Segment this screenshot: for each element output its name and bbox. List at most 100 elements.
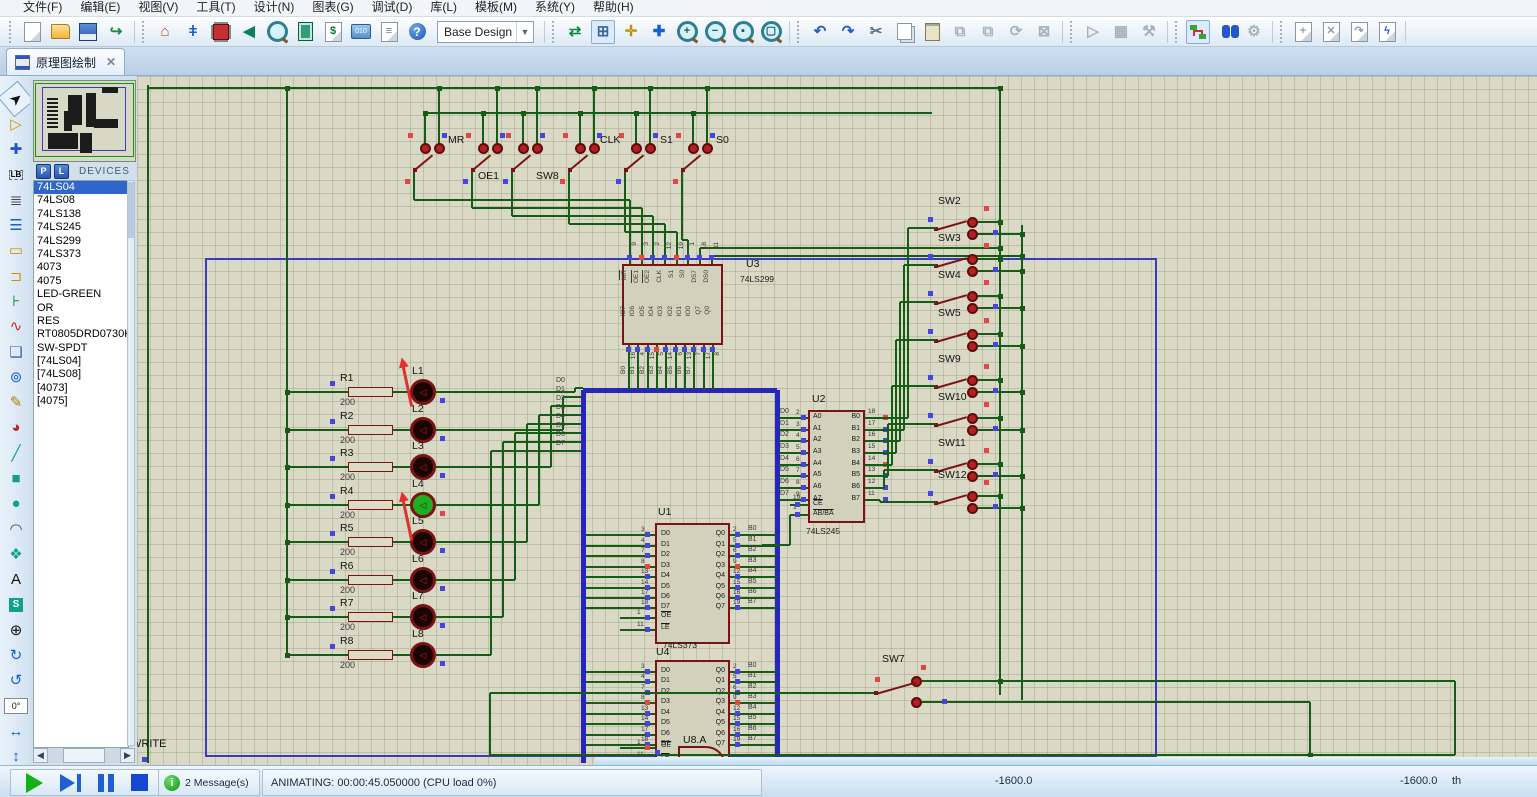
electrical-rule-check-icon[interactable]: ϟ: [1375, 20, 1399, 44]
step-button[interactable]: [60, 774, 81, 792]
menu-item-8[interactable]: 模板(M): [466, 0, 526, 16]
3d-visualizer-icon[interactable]: ◀: [237, 20, 261, 44]
menu-item-3[interactable]: 工具(T): [187, 0, 244, 16]
generator-mode-icon[interactable]: ⊚: [3, 364, 29, 390]
pan-icon[interactable]: ✚: [647, 20, 671, 44]
decompose-icon[interactable]: ⚒: [1137, 20, 1161, 44]
tape-recorder-mode-icon[interactable]: ❏: [3, 339, 29, 365]
device-list-item[interactable]: 4073: [34, 261, 128, 274]
menu-item-9[interactable]: 系统(Y): [526, 0, 584, 16]
rotate-ccw-icon[interactable]: ↺: [3, 668, 29, 694]
canvas-bottom-strip[interactable]: [595, 757, 1537, 765]
menu-item-5[interactable]: 图表(G): [303, 0, 362, 16]
menu-item-1[interactable]: 编辑(E): [71, 0, 129, 16]
import-project-icon[interactable]: ↪: [104, 20, 128, 44]
path-2d-mode-icon[interactable]: ❖: [3, 541, 29, 567]
project-notes-icon[interactable]: ≡: [377, 20, 401, 44]
switch-SW12[interactable]: [930, 485, 1000, 515]
component-mode-icon[interactable]: ▷: [3, 111, 29, 137]
resistor-R6[interactable]: [348, 575, 393, 585]
resistor-R3[interactable]: [348, 462, 393, 472]
grid-toggle-icon[interactable]: ⊞: [591, 20, 615, 44]
tab-close-icon[interactable]: ✕: [106, 55, 116, 69]
scroll-right-button[interactable]: ▶: [120, 748, 135, 763]
pick-device-icon[interactable]: ▷: [1081, 20, 1105, 44]
device-list-item[interactable]: 74LS04: [34, 181, 128, 194]
help-icon[interactable]: ?: [405, 20, 429, 44]
wire-label-mode-icon[interactable]: LB: [3, 162, 29, 188]
scroll-left-button[interactable]: ◀: [33, 748, 48, 763]
bill-of-materials-icon[interactable]: $: [321, 20, 345, 44]
switch-SW10[interactable]: [930, 407, 1000, 437]
arc-2d-mode-icon[interactable]: ◠: [3, 516, 29, 542]
stop-button[interactable]: [131, 774, 148, 791]
play-button[interactable]: [26, 773, 43, 793]
panel-scroll-thumb[interactable]: [63, 748, 105, 763]
device-list-item[interactable]: RES: [34, 315, 128, 328]
buses-mode-icon[interactable]: ☰: [3, 213, 29, 239]
device-list-item[interactable]: 74LS08: [34, 194, 128, 207]
switch-SW5[interactable]: [930, 323, 1000, 353]
overview-minimap[interactable]: [33, 80, 136, 162]
wire-autorouter-icon[interactable]: [1186, 20, 1210, 44]
device-list-item[interactable]: OR: [34, 302, 128, 315]
device-list-item[interactable]: [4073]: [34, 382, 128, 395]
resistor-R5[interactable]: [348, 537, 393, 547]
resistor-R7[interactable]: [348, 612, 393, 622]
resistor-R4[interactable]: [348, 500, 393, 510]
zoom-area-icon[interactable]: ▢: [759, 20, 783, 44]
dropdown-arrow-icon[interactable]: ▼: [516, 22, 533, 42]
circle-2d-mode-icon[interactable]: ●: [3, 491, 29, 517]
zoom-all-icon[interactable]: ▪: [731, 20, 755, 44]
resistor-R2[interactable]: [348, 425, 393, 435]
junction-dot-mode-icon[interactable]: ✚: [3, 137, 29, 163]
menu-item-2[interactable]: 视图(V): [129, 0, 187, 16]
pcb-layout-icon[interactable]: [209, 20, 233, 44]
device-list-item[interactable]: 4075: [34, 275, 128, 288]
box-2d-mode-icon[interactable]: ■: [3, 466, 29, 492]
paste-icon[interactable]: [920, 20, 944, 44]
goto-sheet-icon[interactable]: ↷: [1347, 20, 1371, 44]
tab-schematic-capture[interactable]: 原理图绘制 ✕: [6, 48, 125, 75]
device-list-item[interactable]: [4075]: [34, 395, 128, 408]
device-list-item[interactable]: 74LS138: [34, 208, 128, 221]
text-script-mode-icon[interactable]: ≣: [3, 187, 29, 213]
visual-designer-icon[interactable]: 010: [349, 20, 373, 44]
remove-sheet-icon[interactable]: ✕: [1319, 20, 1343, 44]
make-device-icon[interactable]: ▦: [1109, 20, 1133, 44]
pause-button[interactable]: [98, 774, 114, 792]
origin-icon[interactable]: ✛: [619, 20, 643, 44]
library-button[interactable]: L: [54, 164, 69, 179]
subcircuit-mode-icon[interactable]: ▭: [3, 238, 29, 264]
gerber-viewer-icon[interactable]: [265, 20, 289, 44]
device-list-scrollbar[interactable]: [127, 180, 135, 746]
undo-icon[interactable]: ↶: [808, 20, 832, 44]
open-design-icon[interactable]: [48, 20, 72, 44]
device-list-item[interactable]: LED-GREEN: [34, 288, 128, 301]
schematic-capture-icon[interactable]: ǂ: [181, 20, 205, 44]
current-probe-mode-icon[interactable]: ◕: [3, 415, 29, 441]
zoom-out-icon[interactable]: −: [703, 20, 727, 44]
device-list-scroll-thumb[interactable]: [128, 182, 134, 238]
menu-item-7[interactable]: 库(L): [421, 0, 466, 16]
menu-item-10[interactable]: 帮助(H): [584, 0, 643, 16]
led-L7[interactable]: ◁: [410, 604, 436, 630]
graph-mode-icon[interactable]: ∿: [3, 314, 29, 340]
text-2d-mode-icon[interactable]: A: [3, 567, 29, 593]
led-L8[interactable]: ◁: [410, 642, 436, 668]
mirror-horizontal-icon[interactable]: ↔: [3, 719, 29, 745]
block-delete-icon[interactable]: ⊠: [1032, 20, 1056, 44]
device-list-item[interactable]: SW-SPDT: [34, 342, 128, 355]
voltage-probe-mode-icon[interactable]: ✎: [3, 390, 29, 416]
menu-item-4[interactable]: 设计(N): [245, 0, 304, 16]
device-list-item[interactable]: 74LS245: [34, 221, 128, 234]
device-list-item[interactable]: [74LS04]: [34, 355, 128, 368]
redraw-icon[interactable]: ⇄: [563, 20, 587, 44]
property-assignment-icon[interactable]: ⚙: [1242, 20, 1266, 44]
cut-icon[interactable]: ✂: [864, 20, 888, 44]
menu-item-6[interactable]: 调试(D): [363, 0, 422, 16]
schematic-canvas[interactable]: MROE1SW8CLKS1S0R1200◁L1D0R2200◁L2D1R3200…: [137, 76, 1537, 765]
pick-parts-button[interactable]: P: [36, 164, 51, 179]
marker-2d-mode-icon[interactable]: ⊕: [3, 617, 29, 643]
device-list-item[interactable]: 74LS299: [34, 235, 128, 248]
